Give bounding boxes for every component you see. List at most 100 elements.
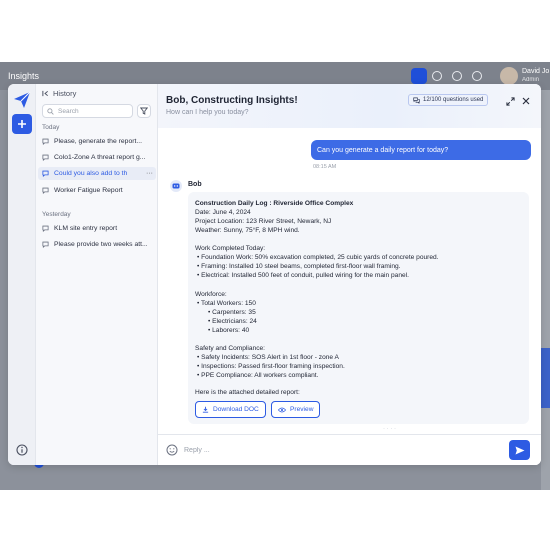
search-input[interactable]: [58, 107, 128, 115]
chat-bubble-icon: [42, 241, 49, 248]
group-label-today: Today: [42, 124, 60, 131]
workforce-total-text: Total Workers: 150: [201, 300, 256, 307]
background-table-edge: [541, 90, 550, 490]
info-button[interactable]: [12, 440, 32, 460]
chat-bubble-icon: [42, 170, 49, 177]
workforce-item: • Electricians: 24: [208, 318, 257, 325]
history-item[interactable]: Please provide two weeks att...: [38, 238, 156, 251]
chat-main: Bob, Constructing Insights! How can I he…: [158, 84, 541, 465]
user-name: David Jo: [522, 68, 550, 75]
scroll-indicator: · · · ·: [383, 426, 396, 432]
history-item[interactable]: Worker Fatigue Report: [38, 184, 156, 197]
work-item-text: Framing: Installed 10 steel beams, compl…: [201, 263, 401, 270]
close-button[interactable]: [520, 95, 532, 107]
user-role: Admin: [522, 77, 540, 83]
history-item-label: Worker Fatigue Report: [54, 187, 123, 194]
workforce-item-text: Laborers: 40: [212, 327, 250, 334]
workforce-total: • Total Workers: 150: [197, 300, 256, 307]
message-timestamp: 08:15 AM: [313, 164, 337, 170]
eye-icon: [278, 407, 286, 412]
workforce-item: • Laborers: 40: [208, 327, 250, 334]
group-label-yesterday: Yesterday: [42, 211, 71, 218]
safety-title: Safety and Compliance:: [195, 345, 266, 352]
user-info: David Jo Admin: [522, 68, 549, 84]
page-title: Bob, Constructing Insights!: [166, 95, 298, 106]
info-icon: [16, 444, 28, 456]
history-item-label: KLM site entry report: [54, 225, 118, 232]
plus-icon: [18, 120, 26, 128]
close-icon: [522, 97, 530, 105]
reply-input[interactable]: [184, 443, 484, 457]
monitor-icon[interactable]: [472, 71, 482, 81]
safety-item-text: Safety Incidents: SOS Alert in 1st floor…: [201, 354, 339, 361]
bot-message: Construction Daily Log : Riverside Offic…: [188, 192, 529, 424]
quota-badge: 12/100 questions used: [408, 94, 489, 106]
composer: [158, 434, 541, 465]
history-title: History: [53, 89, 77, 98]
preview-button[interactable]: Preview: [271, 401, 321, 418]
chat-modal: History Today Please, generate the repor…: [8, 84, 541, 465]
bot-glyph-icon: [172, 183, 180, 189]
search-icon: [47, 107, 54, 115]
chat-bubble-icon: [42, 154, 49, 161]
send-icon: [515, 446, 524, 454]
download-label: Download DOC: [213, 406, 259, 413]
download-icon: [202, 406, 209, 413]
emoji-icon[interactable]: [166, 444, 178, 456]
history-item-label: Please provide two weeks att...: [54, 241, 148, 248]
history-item[interactable]: Please, generate the report...: [38, 135, 156, 148]
more-options-icon[interactable]: ···: [146, 170, 153, 177]
expand-button[interactable]: [504, 95, 516, 107]
work-item-text: Foundation Work: 50% excavation complete…: [201, 254, 439, 261]
page-subtitle: How can I help you today?: [166, 109, 249, 116]
send-button[interactable]: [509, 440, 530, 460]
gear-icon[interactable]: [452, 71, 462, 81]
history-item-label: Please, generate the report...: [54, 138, 143, 145]
background-title: Insights: [8, 71, 40, 81]
history-item-active[interactable]: Could you also add to th ···: [38, 167, 156, 180]
chat-bubble-icon: [42, 138, 49, 145]
collapse-left-icon: [42, 90, 48, 97]
paper-plane-logo-icon: [14, 91, 31, 108]
chat-bubble-icon: [42, 187, 49, 194]
menu-icon[interactable]: [411, 68, 427, 84]
history-item[interactable]: Colo1-Zone A threat report g...: [38, 151, 156, 164]
chat-bubbles-icon: [413, 97, 420, 104]
safety-item-text: Inspections: Passed first-floor framing …: [201, 363, 345, 370]
workforce-item-text: Electricians: 24: [212, 318, 257, 325]
expand-icon: [505, 96, 515, 106]
bot-avatar-icon: [170, 180, 182, 192]
avatar[interactable]: [500, 67, 518, 85]
workforce-title: Workforce:: [195, 291, 227, 298]
work-item: • Framing: Installed 10 steel beams, com…: [197, 263, 401, 270]
history-item-label: Colo1-Zone A threat report g...: [54, 154, 146, 161]
work-item: • Electrical: Installed 500 feet of cond…: [197, 272, 409, 279]
workforce-item-text: Carpenters: 35: [212, 309, 256, 316]
history-item-label: Could you also add to th: [54, 170, 128, 177]
history-search[interactable]: [42, 104, 133, 118]
work-item: • Foundation Work: 50% excavation comple…: [197, 254, 439, 261]
report-date: Date: June 4, 2024: [195, 209, 251, 216]
history-back[interactable]: History: [42, 89, 76, 98]
report-location: Project Location: 123 River Street, Newa…: [195, 218, 332, 225]
history-sidebar: History Today Please, generate the repor…: [36, 84, 158, 465]
safety-item-text: PPE Compliance: All workers compliant.: [201, 372, 319, 379]
workforce-item: • Carpenters: 35: [208, 309, 256, 316]
report-heading: Construction Daily Log : Riverside Offic…: [195, 200, 354, 207]
chat-header: Bob, Constructing Insights! How can I he…: [158, 84, 541, 128]
new-chat-button[interactable]: [12, 114, 32, 134]
safety-item: • Safety Incidents: SOS Alert in 1st flo…: [197, 354, 339, 361]
attached-text: Here is the attached detailed report:: [195, 389, 300, 396]
bell-icon[interactable]: [432, 71, 442, 81]
filter-icon: [140, 107, 148, 115]
download-doc-button[interactable]: Download DOC: [195, 401, 266, 418]
work-title: Work Completed Today:: [195, 245, 266, 252]
nav-rail: [8, 84, 158, 465]
filter-button[interactable]: [137, 104, 151, 118]
safety-item: • Inspections: Passed first-floor framin…: [197, 363, 345, 370]
chat-bubble-icon: [42, 225, 49, 232]
user-message: Can you generate a daily report for toda…: [311, 140, 531, 160]
background-highlight: [541, 348, 550, 408]
safety-item: • PPE Compliance: All workers compliant.: [197, 372, 319, 379]
history-item[interactable]: KLM site entry report: [38, 222, 156, 235]
